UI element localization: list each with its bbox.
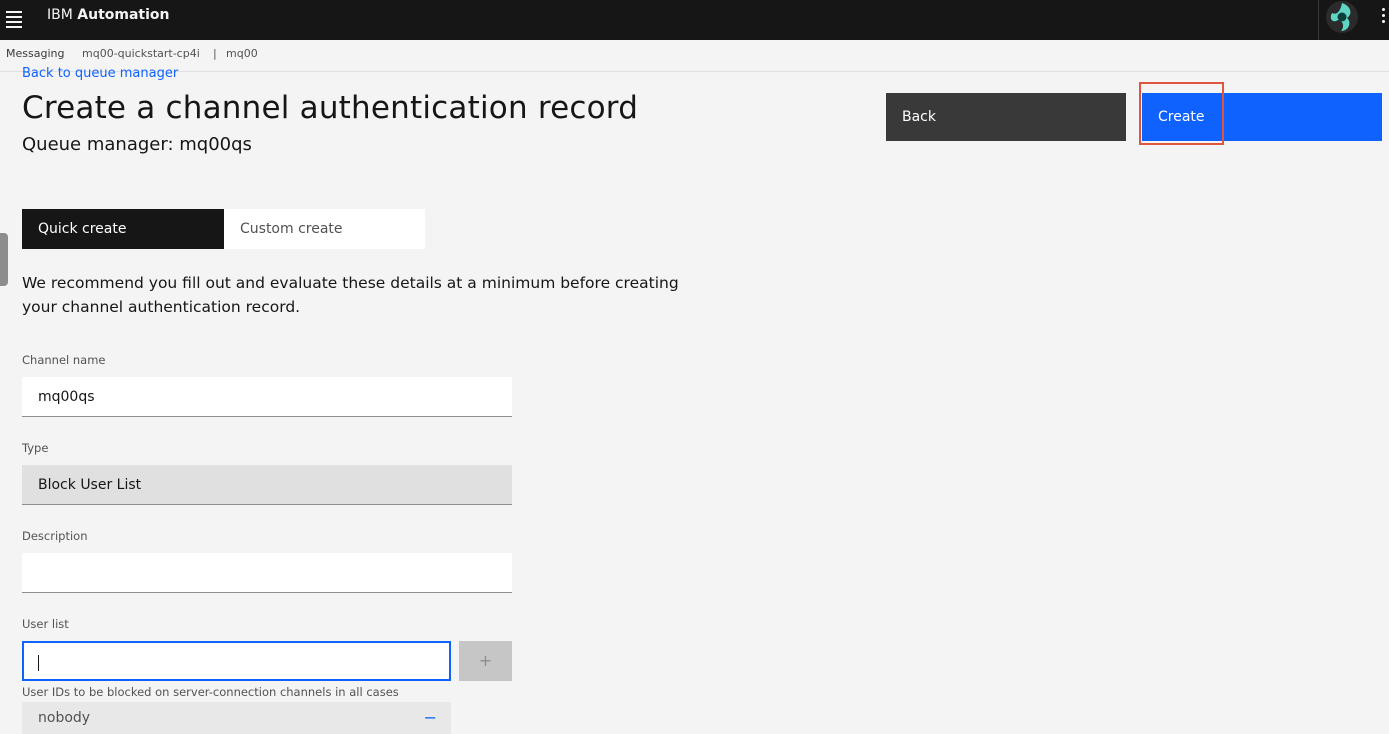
overflow-menu-icon[interactable] bbox=[1378, 8, 1389, 32]
remove-user-button[interactable]: − bbox=[424, 702, 437, 734]
description-label: Description bbox=[22, 529, 88, 543]
back-button[interactable]: Back bbox=[886, 93, 1126, 141]
tab-custom-create[interactable]: Custom create bbox=[224, 209, 425, 249]
description-field[interactable] bbox=[22, 553, 512, 593]
page-subtitle: Queue manager: mq00qs bbox=[22, 134, 252, 155]
breadcrumb-instance[interactable]: mq00-quickstart-cp4i bbox=[82, 47, 200, 60]
breadcrumb-queue-manager[interactable]: mq00 bbox=[226, 47, 258, 60]
breadcrumb: Messaging mq00-quickstart-cp4i | mq00 bbox=[0, 40, 1389, 72]
brand-name: Automation bbox=[77, 7, 170, 23]
user-list-label: User list bbox=[22, 617, 69, 631]
add-user-button[interactable]: + bbox=[459, 641, 512, 681]
hamburger-icon[interactable] bbox=[6, 11, 22, 28]
text-cursor bbox=[38, 655, 39, 671]
user-list-helper-text: User IDs to be blocked on server-connect… bbox=[22, 685, 399, 699]
tab-quick-create[interactable]: Quick create bbox=[22, 209, 224, 249]
user-list-input[interactable] bbox=[22, 641, 451, 681]
top-navigation-bar: IBM Automation bbox=[0, 0, 1389, 40]
channel-name-label: Channel name bbox=[22, 353, 106, 367]
create-button[interactable]: Create bbox=[1142, 93, 1382, 141]
back-to-queue-manager-link[interactable]: Back to queue manager bbox=[22, 66, 178, 81]
type-field: Block User List bbox=[22, 465, 512, 505]
topbar-divider bbox=[1318, 0, 1319, 40]
product-brand[interactable]: IBM Automation bbox=[47, 7, 170, 23]
breadcrumb-separator: | bbox=[213, 47, 217, 60]
brand-prefix: IBM bbox=[47, 7, 73, 23]
type-label: Type bbox=[22, 441, 49, 455]
side-panel-handle[interactable] bbox=[0, 233, 8, 286]
page-title: Create a channel authentication record bbox=[22, 90, 639, 126]
user-avatar-icon[interactable] bbox=[1325, 0, 1359, 34]
channel-name-field[interactable]: mq00qs bbox=[22, 377, 512, 417]
list-item: nobody − bbox=[22, 702, 451, 734]
intro-text: We recommend you fill out and evaluate t… bbox=[22, 274, 679, 316]
breadcrumb-messaging[interactable]: Messaging bbox=[6, 47, 64, 60]
user-list-item-label: nobody bbox=[38, 710, 91, 726]
